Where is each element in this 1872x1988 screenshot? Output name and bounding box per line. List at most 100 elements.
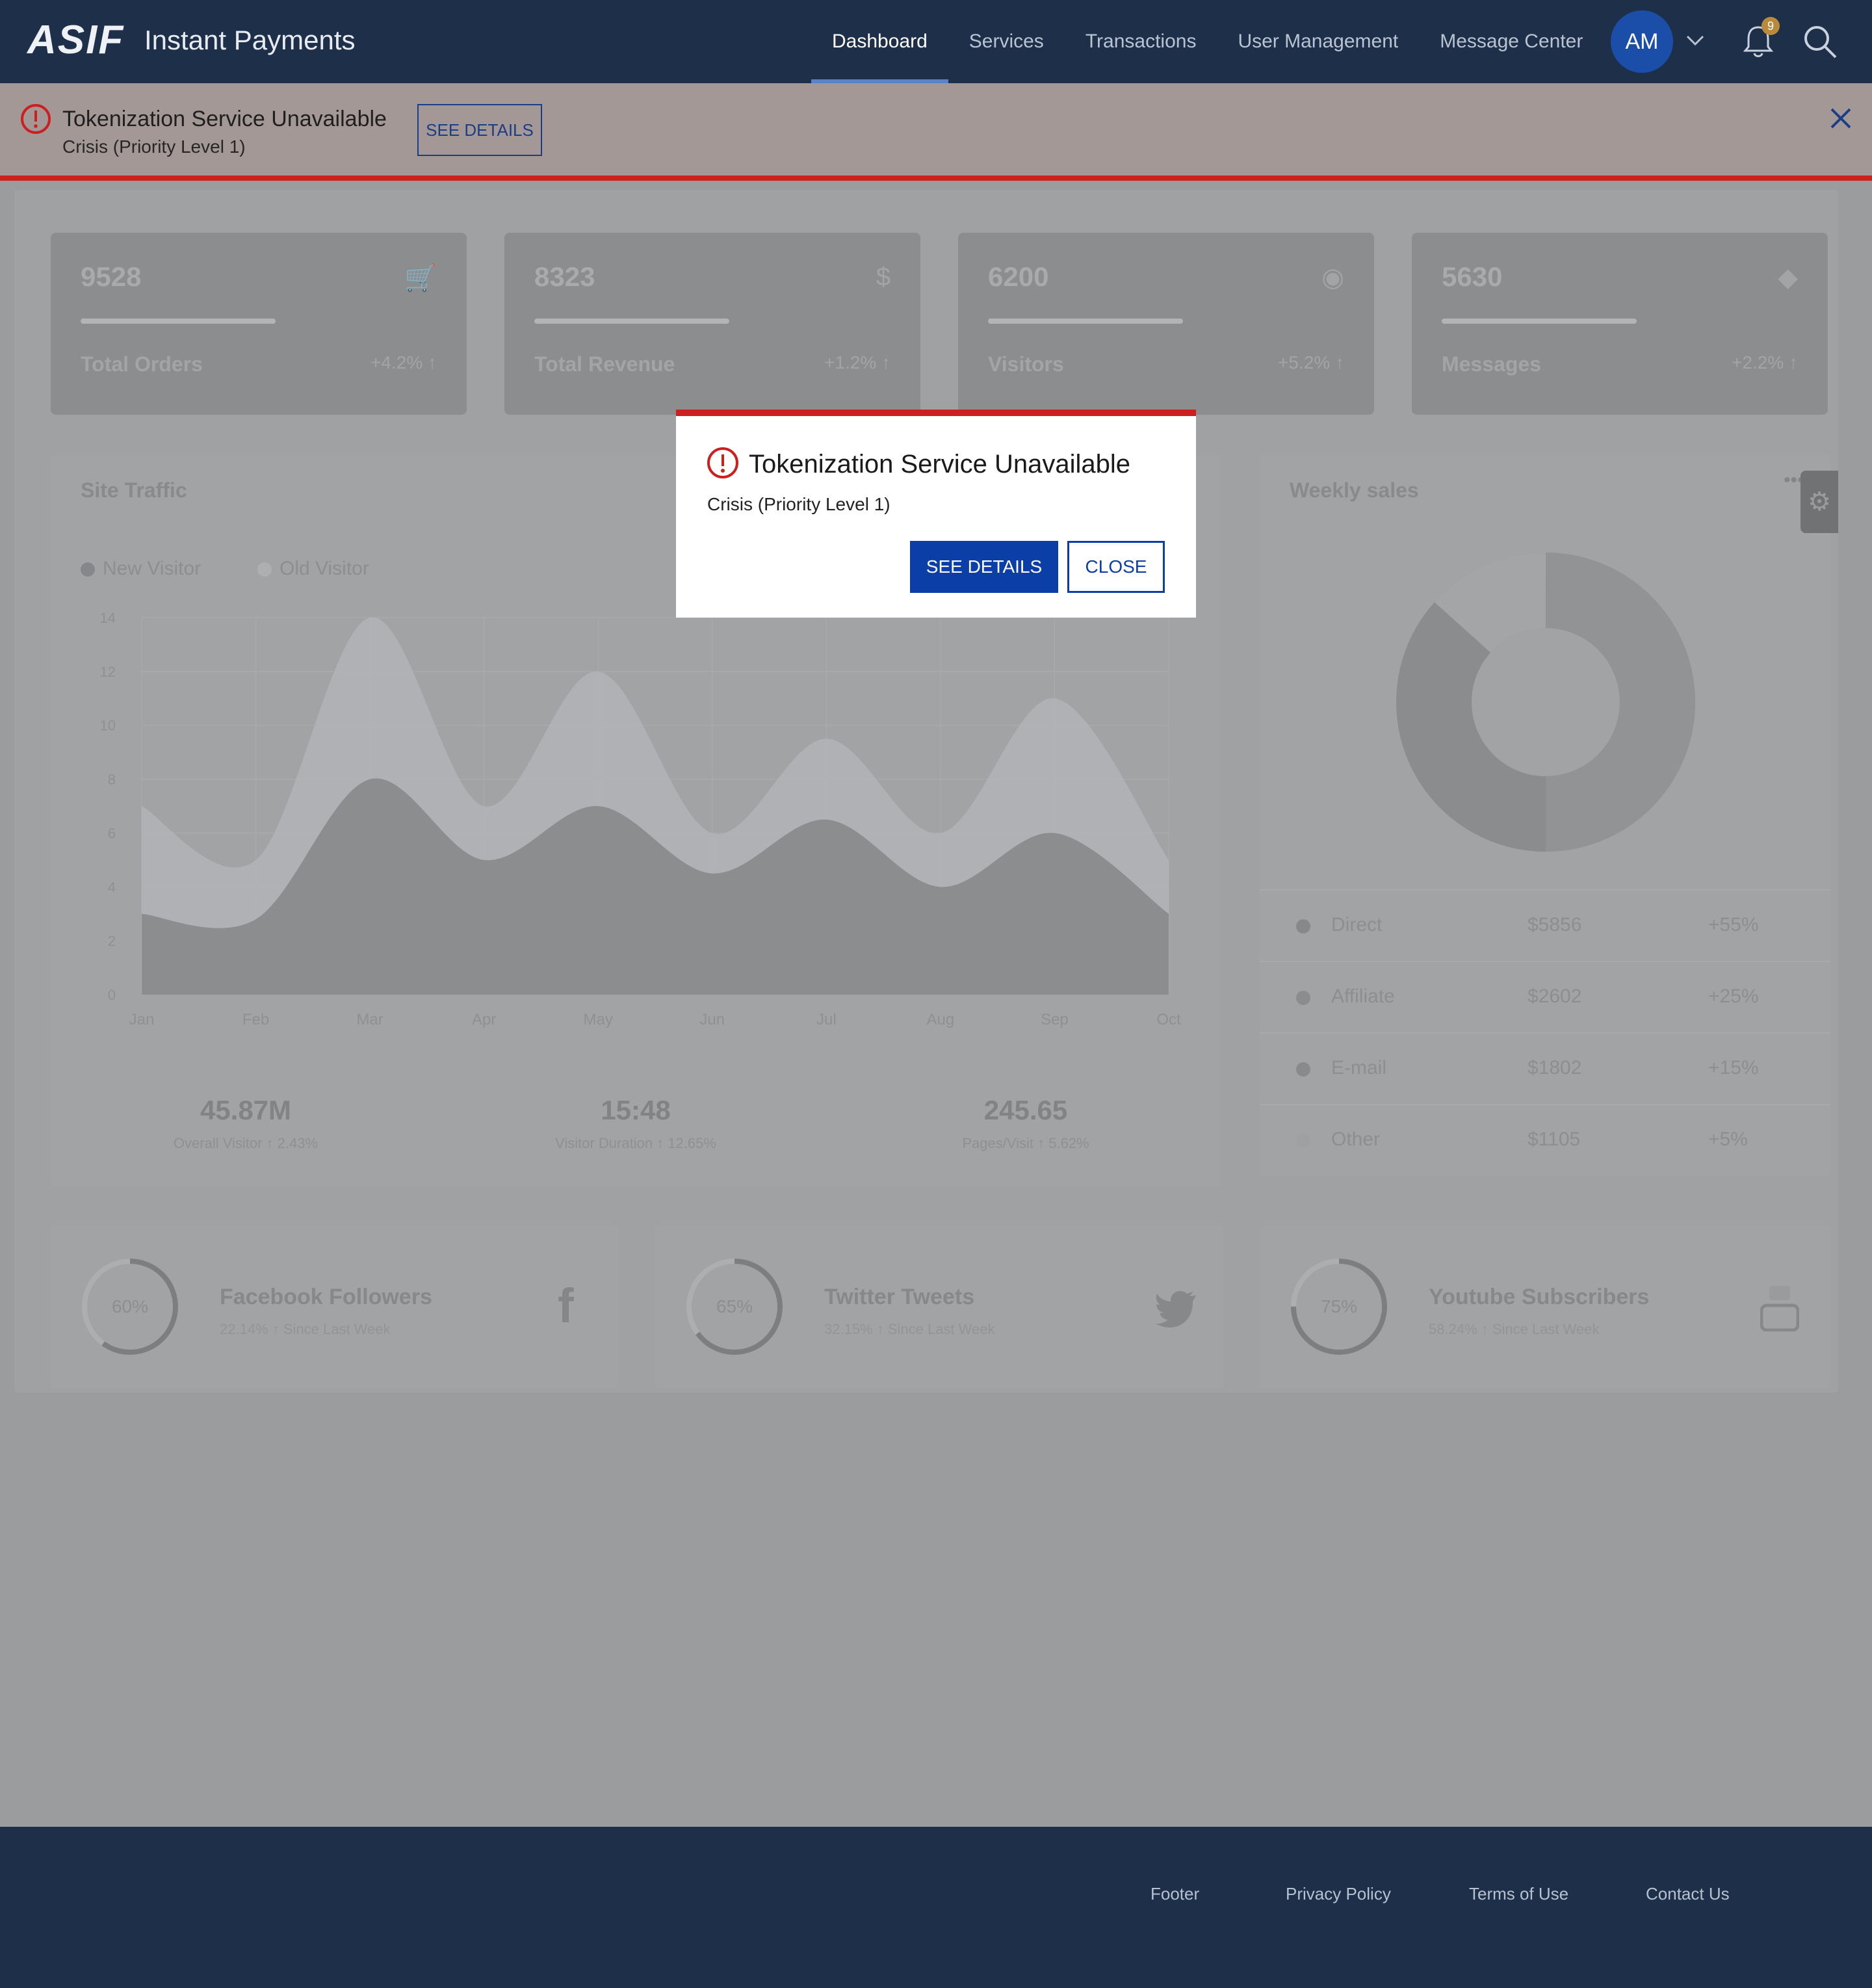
- x-tick-label: Apr: [472, 1011, 496, 1028]
- footer: Footer Privacy Policy Terms of Use Conta…: [0, 1827, 1872, 1988]
- alert-banner: Tokenization Service Unavailable Crisis …: [0, 83, 1872, 181]
- site-traffic-title: Site Traffic: [81, 478, 187, 502]
- stat-progress: [534, 319, 729, 324]
- x-tick-label: Jan: [129, 1011, 155, 1028]
- row-name: Direct: [1331, 914, 1383, 935]
- banner-see-details-button[interactable]: SEE DETAILS: [417, 104, 542, 156]
- stat-card-visitors: 6200 ◉ Visitors +5.2% ↑: [958, 233, 1374, 415]
- social-subtitle: 32.15% ↑ Since Last Week: [824, 1321, 995, 1337]
- social-percent: 75%: [1320, 1296, 1358, 1316]
- stat-change: +4.2% ↑: [370, 352, 437, 373]
- row-change: +25%: [1708, 986, 1759, 1007]
- brand-logo[interactable]: ASIF: [27, 17, 124, 63]
- social-percent: 65%: [716, 1296, 753, 1316]
- row-name: E-mail: [1331, 1057, 1387, 1079]
- traffic-summary: 45.87M Overall Visitor ↑ 2.43% 15:48 Vis…: [51, 1066, 1221, 1183]
- y-tick-label: 14: [100, 610, 116, 626]
- legend-old-visitor: Old Visitor: [257, 558, 369, 580]
- social-percent: 60%: [111, 1296, 149, 1316]
- row-change: +55%: [1708, 914, 1759, 935]
- banner-subtitle: Crisis (Priority Level 1): [62, 137, 246, 157]
- weekly-sales-title: Weekly sales: [1290, 478, 1419, 502]
- x-tick-label: Jun: [699, 1011, 725, 1028]
- stat-progress: [81, 319, 276, 324]
- stat-label: Messages: [1442, 352, 1541, 376]
- youtube-icon: [1760, 1286, 1799, 1331]
- twitter-icon: [1156, 1291, 1196, 1328]
- nav-dashboard[interactable]: Dashboard: [811, 0, 948, 83]
- social-title: Facebook Followers: [220, 1285, 432, 1309]
- nav-transactions[interactable]: Transactions: [1065, 0, 1217, 83]
- stat-change: +2.2% ↑: [1732, 352, 1798, 373]
- facebook-icon: f: [558, 1279, 574, 1333]
- main-nav: Dashboard Services Transactions User Man…: [811, 0, 1604, 83]
- stat-card-revenue: 8323 $ Total Revenue +1.2% ↑: [504, 233, 920, 415]
- modal-close-button[interactable]: CLOSE: [1067, 541, 1165, 593]
- y-tick-label: 0: [108, 987, 116, 1003]
- footer-link-contact-us[interactable]: Contact Us: [1646, 1884, 1730, 1904]
- legend-new-visitor: New Visitor: [81, 558, 201, 580]
- social-title: Youtube Subscribers: [1429, 1285, 1650, 1309]
- footer-link-privacy-policy[interactable]: Privacy Policy: [1286, 1884, 1391, 1904]
- footer-link-footer[interactable]: Footer: [1150, 1884, 1199, 1904]
- legend-label: New Visitor: [103, 558, 202, 579]
- close-icon[interactable]: [1826, 104, 1855, 133]
- summary-value: 45.87M: [200, 1095, 292, 1125]
- stat-value: 9528: [81, 261, 142, 292]
- summary-value: 15:48: [601, 1095, 671, 1125]
- row-name: Affiliate: [1331, 986, 1395, 1007]
- x-tick-label: May: [584, 1011, 613, 1028]
- tag-icon: ◆: [1778, 263, 1798, 292]
- row-amount: $5856: [1528, 914, 1582, 935]
- social-card-youtube: 75% Youtube Subscribers 58.24% ↑ Since L…: [1260, 1226, 1830, 1389]
- summary-label: Pages/Visit ↑ 5.62%: [962, 1135, 1089, 1151]
- nav-services[interactable]: Services: [948, 0, 1065, 83]
- alert-circle-icon: [707, 447, 738, 478]
- nav-message-center[interactable]: Message Center: [1419, 0, 1604, 83]
- x-tick-label: Mar: [356, 1011, 383, 1028]
- social-title: Twitter Tweets: [824, 1285, 975, 1309]
- notification-badge: 9: [1762, 17, 1780, 35]
- weekly-sales-donut: [1396, 552, 1695, 852]
- y-tick-label: 4: [108, 879, 116, 895]
- x-tick-label: Sep: [1041, 1011, 1069, 1028]
- stat-value: 5630: [1442, 261, 1503, 292]
- y-tick-label: 8: [108, 772, 116, 788]
- row-change: +15%: [1708, 1057, 1759, 1079]
- stat-card-messages: 5630 ◆ Messages +2.2% ↑: [1412, 233, 1828, 415]
- table-row: Other $1105 +5%: [1260, 1104, 1830, 1175]
- stat-card-orders: 9528 🛒 Total Orders +4.2% ↑: [51, 233, 467, 415]
- y-tick-label: 12: [100, 664, 116, 680]
- legend-label: Old Visitor: [280, 558, 369, 579]
- weekly-sales-table: Direct $5856 +55% Affiliate $2602 +25% E…: [1260, 889, 1830, 1175]
- row-dot: [1296, 1134, 1310, 1148]
- summary-value: 245.65: [983, 1095, 1068, 1125]
- banner-title: Tokenization Service Unavailable: [62, 107, 387, 131]
- x-tick-label: Feb: [242, 1011, 269, 1028]
- site-traffic-chart: 0 2 4 6 8 10 12 14 Jan Feb Mar Apr May Jun Jul Aug Sep Oc…: [100, 610, 1181, 1028]
- row-amount: $2602: [1528, 986, 1582, 1007]
- row-change: +5%: [1708, 1129, 1748, 1150]
- footer-link-terms-of-use[interactable]: Terms of Use: [1469, 1884, 1568, 1904]
- row-dot: [1296, 991, 1310, 1005]
- row-dot: [1296, 919, 1310, 934]
- stat-label: Total Revenue: [534, 352, 675, 376]
- settings-gear-tab[interactable]: ⚙: [1800, 471, 1838, 533]
- summary-item: 45.87M Overall Visitor ↑ 2.43%: [51, 1066, 441, 1152]
- summary-label: Overall Visitor ↑ 2.43%: [173, 1135, 318, 1151]
- social-subtitle: 58.24% ↑ Since Last Week: [1429, 1321, 1600, 1337]
- stat-label: Visitors: [988, 352, 1064, 376]
- modal-see-details-button[interactable]: SEE DETAILS: [910, 541, 1058, 593]
- summary-item: 245.65 Pages/Visit ↑ 5.62%: [831, 1066, 1221, 1152]
- chevron-down-icon[interactable]: [1684, 29, 1707, 52]
- summary-item: 15:48 Visitor Duration ↑ 12.65%: [441, 1066, 831, 1152]
- stat-progress: [1442, 319, 1637, 324]
- top-navigation-bar: ASIF Instant Payments Dashboard Services…: [0, 0, 1872, 83]
- app-title: Instant Payments: [144, 25, 356, 55]
- nav-user-management[interactable]: User Management: [1217, 0, 1419, 83]
- row-dot: [1296, 1062, 1310, 1077]
- user-avatar[interactable]: AM: [1611, 10, 1673, 73]
- search-icon[interactable]: [1802, 23, 1838, 60]
- eye-icon: ◉: [1321, 263, 1344, 292]
- social-card-twitter: 65% Twitter Tweets 32.15% ↑ Since Last W…: [655, 1226, 1223, 1389]
